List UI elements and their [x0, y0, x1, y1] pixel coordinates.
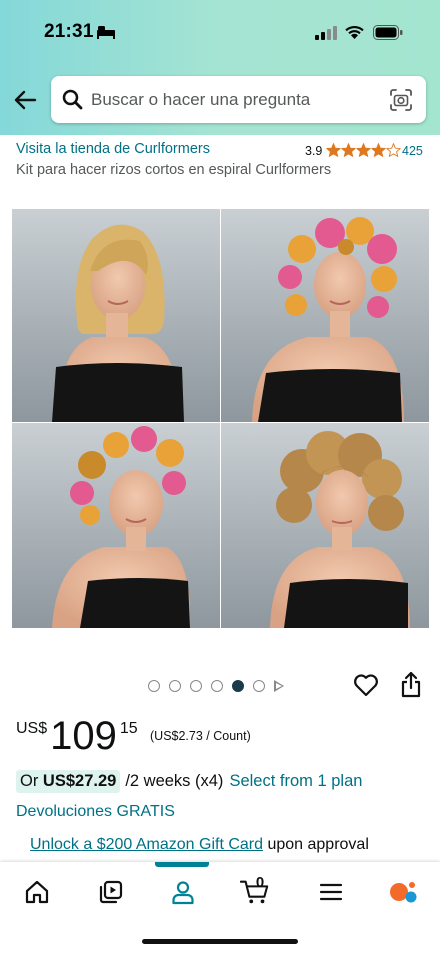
nav-menu[interactable]	[316, 877, 346, 907]
price-per-unit: (US$2.73 / Count)	[150, 729, 251, 743]
cart-count: 0	[255, 874, 265, 891]
installment-highlight: Or US$27.29	[16, 770, 121, 793]
rufus-assistant-icon	[390, 882, 417, 903]
camera-search-icon[interactable]	[388, 87, 414, 118]
star-icon	[371, 143, 386, 157]
star-icon	[386, 143, 401, 157]
carousel-dot[interactable]	[232, 680, 244, 692]
store-link[interactable]: Visita la tienda de Curlformers	[16, 141, 210, 157]
promo-text: upon approval	[263, 836, 369, 853]
home-icon	[25, 880, 49, 904]
status-time: 21:31	[44, 21, 94, 42]
price-whole: 109	[50, 714, 117, 758]
carousel-indicator[interactable]	[148, 680, 284, 692]
star-icon	[356, 143, 371, 157]
share-icon[interactable]	[399, 671, 423, 704]
battery-icon	[373, 25, 403, 45]
installment-terms: /2 weeks (x4)	[125, 772, 224, 790]
carousel-dot[interactable]	[190, 680, 202, 692]
wifi-icon	[344, 24, 365, 45]
installment-prefix: Or	[20, 772, 43, 790]
cellular-signal-icon	[315, 26, 337, 45]
hamburger-menu-icon	[319, 883, 343, 901]
back-button[interactable]	[10, 86, 40, 114]
nav-account[interactable]	[168, 877, 198, 907]
price: US$ 109 15	[16, 712, 138, 760]
search-bar[interactable]	[51, 76, 426, 123]
nav-rufus[interactable]	[388, 877, 418, 907]
star-rating[interactable]	[326, 143, 401, 157]
app-header: 21:31	[0, 0, 440, 135]
product-title: Kit para hacer rizos cortos en espiral C…	[16, 162, 332, 178]
free-returns-link[interactable]: Devoluciones GRATIS	[16, 803, 175, 821]
carousel-dot[interactable]	[211, 680, 223, 692]
carousel-next-icon[interactable]	[274, 680, 284, 692]
star-icon	[326, 143, 341, 157]
nav-active-indicator	[155, 862, 209, 867]
carousel-dot[interactable]	[253, 680, 265, 692]
gift-card-promo: Unlock a $200 Amazon Gift Card upon appr…	[30, 836, 369, 854]
gift-card-link[interactable]: Unlock a $200 Amazon Gift Card	[30, 836, 263, 853]
carousel-dot[interactable]	[169, 680, 181, 692]
search-icon	[62, 89, 83, 115]
back-arrow-icon	[14, 90, 37, 110]
product-image[interactable]	[12, 209, 429, 628]
carousel-dot[interactable]	[148, 680, 160, 692]
installment-amount: US$27.29	[42, 772, 117, 790]
heart-icon[interactable]	[353, 673, 379, 702]
search-input[interactable]	[91, 76, 381, 123]
home-indicator	[142, 939, 298, 944]
star-icon	[341, 143, 356, 157]
sleep-focus-icon	[96, 25, 116, 44]
rating-count[interactable]: 425	[402, 144, 423, 158]
account-icon	[172, 881, 194, 905]
select-plan-link[interactable]: Select from 1 plan	[229, 772, 362, 791]
installment-offer: Or US$27.29 /2 weeks (x4) Select from 1 …	[16, 770, 362, 793]
nav-home[interactable]	[22, 877, 52, 907]
price-fraction: 15	[119, 720, 138, 737]
price-currency: US$	[16, 720, 48, 737]
nav-video[interactable]	[96, 877, 126, 907]
rating-value: 3.9	[305, 144, 323, 158]
video-icon	[99, 880, 123, 904]
